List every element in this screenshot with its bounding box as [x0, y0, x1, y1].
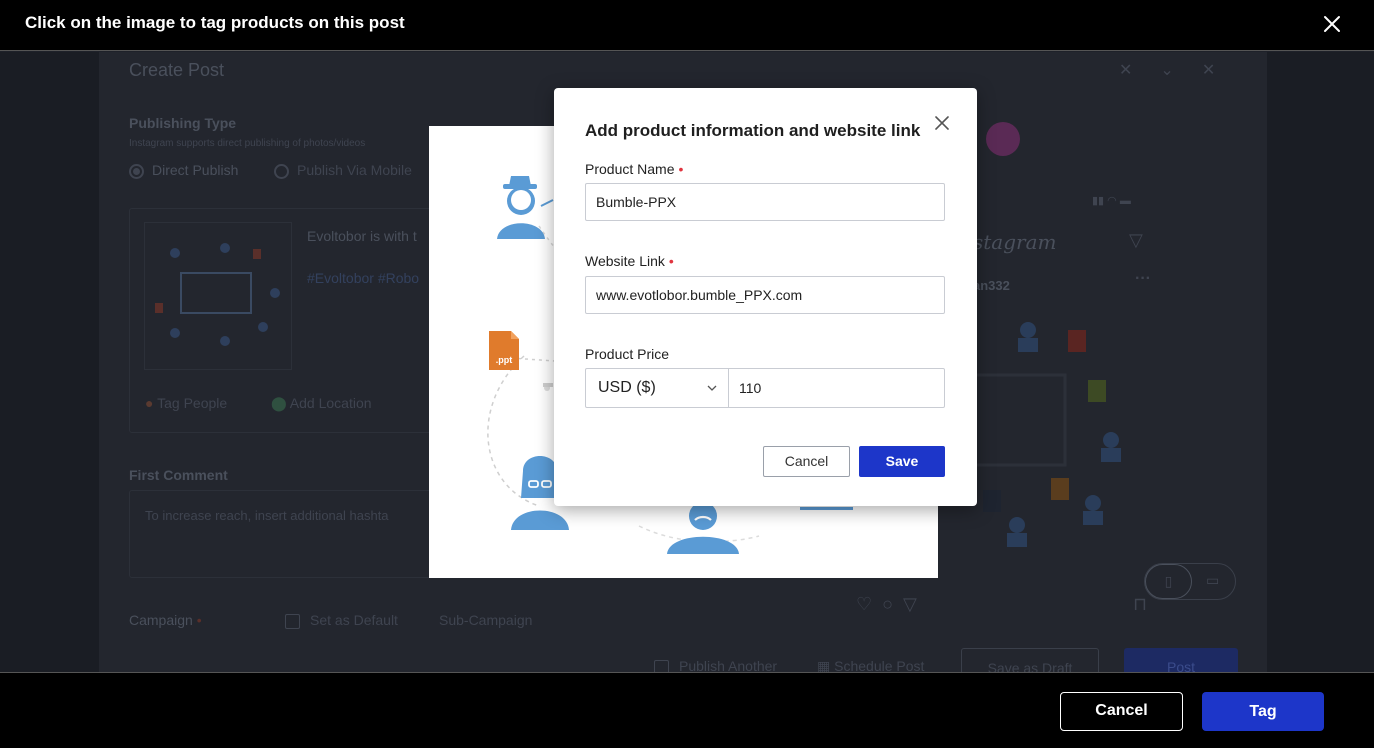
- required-marker: •: [668, 253, 674, 269]
- person-mustache-icon: [667, 502, 739, 554]
- product-name-input[interactable]: [585, 183, 945, 221]
- radio-label: Direct Publish: [152, 162, 239, 178]
- radio-icon: [274, 163, 289, 179]
- publishing-type-desc: Instagram supports direct publishing of …: [129, 138, 366, 149]
- thumbnail-illustration: [155, 243, 280, 346]
- preview-illustration: [973, 322, 1121, 547]
- currency-select[interactable]: USD ($): [585, 368, 729, 408]
- add-location-link: ⬤ Add Location: [271, 395, 372, 412]
- product-name-label-text: Product Name: [585, 161, 675, 177]
- person-hat-icon: [497, 176, 554, 239]
- campaign-label: Campaign •: [129, 612, 202, 628]
- ppt-file-label: .ppt: [496, 355, 513, 365]
- save-button[interactable]: Save: [859, 446, 945, 477]
- tag-people-link: ● Tag People: [145, 395, 227, 411]
- phone-status-icons: ▮▮ ◠ ▬: [1092, 195, 1131, 207]
- create-post-title: Create Post: [129, 60, 225, 80]
- website-link-label: Website Link •: [585, 253, 674, 269]
- save-as-draft-button: Save as Draft: [961, 648, 1099, 672]
- desktop-view-icon: ▭: [1206, 572, 1220, 588]
- top-bar: Click on the image to tag products on th…: [0, 0, 1374, 51]
- campaign-label-text: Campaign: [129, 612, 193, 628]
- publish-another-checkbox: Publish Another: [654, 658, 777, 672]
- mobile-view-toggle: ▯: [1145, 564, 1192, 599]
- ppt-file-icon: .ppt: [489, 331, 519, 370]
- product-name-label: Product Name •: [585, 161, 683, 177]
- required-marker: •: [678, 161, 684, 177]
- close-icon[interactable]: [933, 114, 951, 132]
- heart-icon: ♡: [856, 594, 883, 614]
- sub-campaign-label: Sub-Campaign: [439, 612, 533, 628]
- dialog-title: Add product information and website link: [585, 121, 921, 140]
- comment-icon: ○: [882, 594, 904, 614]
- radio-publish-via-mobile: Publish Via Mobile: [274, 162, 412, 179]
- instagram-icon: [986, 122, 1020, 156]
- add-location-label: Add Location: [289, 395, 372, 411]
- cancel-button[interactable]: Cancel: [763, 446, 850, 477]
- post-actions-icons: ♡○▽: [856, 594, 927, 615]
- radio-direct-publish: Direct Publish: [129, 162, 238, 179]
- send-icon: ▽: [1129, 230, 1143, 250]
- first-comment-placeholder: To increase reach, insert additional has…: [145, 508, 389, 523]
- post-thumbnail: [144, 222, 292, 370]
- publish-another-label: Publish Another: [679, 658, 778, 672]
- post-text: Evoltobor is with t: [307, 228, 417, 244]
- publishing-type-label: Publishing Type: [129, 115, 237, 131]
- post-hashtags: #Evoltobor #Robo: [307, 270, 420, 286]
- currency-value: USD ($): [598, 379, 656, 396]
- more-options-icon: ···: [1135, 270, 1151, 287]
- checkbox-icon: [285, 613, 300, 629]
- panel-header-icons: ✕⌄✕: [1119, 60, 1243, 80]
- product-price-label: Product Price: [585, 346, 670, 362]
- set-as-default-label: Set as Default: [310, 612, 398, 628]
- radio-icon: [129, 163, 144, 179]
- post-button: Post: [1124, 648, 1238, 672]
- checkbox-icon: [654, 659, 669, 672]
- first-comment-label: First Comment: [129, 467, 228, 483]
- share-icon: ▽: [903, 594, 927, 614]
- tag-button[interactable]: Tag: [1202, 692, 1324, 731]
- website-link-label-text: Website Link: [585, 253, 665, 269]
- chevron-down-icon: ⌄: [1160, 62, 1202, 79]
- preview-username: an332: [973, 278, 1010, 293]
- bottom-bar: Cancel Tag: [0, 672, 1374, 748]
- tag-people-icon: ●: [145, 395, 154, 411]
- close-icon: ✕: [1201, 62, 1244, 79]
- collapse-icon: ✕: [1119, 62, 1161, 79]
- footer-cancel-button[interactable]: Cancel: [1060, 692, 1183, 731]
- product-info-dialog: Add product information and website link…: [554, 88, 977, 506]
- location-pin-icon: ⬤: [271, 395, 287, 411]
- backdrop-right: [1267, 52, 1374, 672]
- close-icon[interactable]: [1320, 12, 1344, 36]
- instagram-wordmark: stagram: [973, 230, 1057, 254]
- calendar-icon: ▦: [817, 658, 831, 672]
- schedule-post-label: Schedule Post: [834, 658, 925, 672]
- page-title: Click on the image to tag products on th…: [25, 13, 405, 32]
- set-as-default-checkbox: Set as Default: [285, 612, 398, 629]
- tag-people-label: Tag People: [157, 395, 228, 411]
- radio-label: Publish Via Mobile: [297, 162, 412, 178]
- backdrop-left: [0, 52, 99, 672]
- required-marker: •: [196, 612, 202, 628]
- price-input[interactable]: [728, 368, 945, 408]
- bookmark-icon: ⊓: [1133, 594, 1148, 614]
- website-link-input[interactable]: [585, 276, 945, 314]
- schedule-post-link: ▦ Schedule Post: [817, 658, 924, 672]
- chevron-down-icon: [707, 385, 717, 391]
